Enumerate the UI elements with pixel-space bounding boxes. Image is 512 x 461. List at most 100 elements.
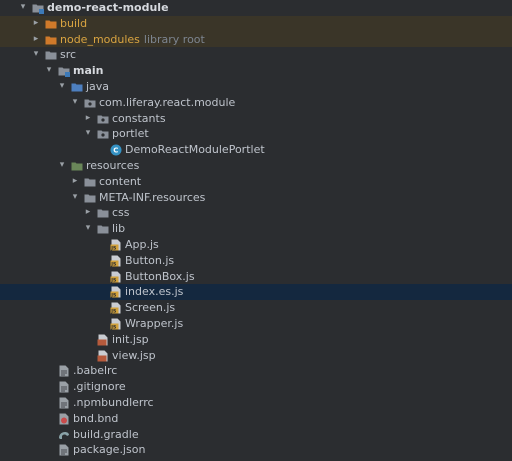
js-file-icon: JS — [110, 318, 122, 330]
chevron-down-icon[interactable]: ▾ — [83, 221, 93, 237]
node-name: .babelrc — [73, 364, 118, 378]
chevron-down-icon[interactable]: ▾ — [57, 79, 67, 95]
tree-node[interactable]: bnd.bnd — [0, 411, 512, 427]
chevron-down-icon[interactable]: ▾ — [83, 126, 93, 142]
tree-node[interactable]: JS index.es.js — [0, 284, 512, 301]
tree-node[interactable]: ▸ node_modules library root — [0, 31, 512, 48]
tree-node-label: view.jsp — [112, 348, 156, 364]
tree-node[interactable]: JS App.js — [0, 237, 512, 253]
tree-node[interactable]: .babelrc — [0, 363, 512, 379]
chevron-right-icon[interactable]: ▸ — [31, 32, 41, 48]
tree-node-label: package.json — [73, 442, 145, 458]
tree-node[interactable]: .npmbundlerrc — [0, 395, 512, 411]
node-name: Wrapper.js — [125, 316, 184, 330]
node-name: constants — [112, 111, 166, 125]
node-name: Button.js — [125, 253, 175, 267]
tree-node[interactable]: view.jsp — [0, 348, 512, 364]
class-icon: C — [110, 144, 122, 156]
node-name: init.jsp — [112, 332, 149, 346]
node-name: Screen.js — [125, 301, 176, 315]
tree-node[interactable]: ▾ resources — [0, 158, 512, 174]
source-folder-icon — [71, 81, 83, 93]
js-file-icon: JS — [110, 239, 122, 251]
node-name: index.es.js — [125, 285, 184, 299]
tree-node[interactable]: ▾ src — [0, 47, 512, 63]
tree-node-label: META-INF.resources — [99, 190, 205, 206]
tree-node-label: init.jsp — [112, 332, 149, 348]
chevron-down-icon[interactable]: ▾ — [57, 158, 67, 174]
node-name: view.jsp — [112, 348, 156, 362]
chevron-down-icon[interactable]: ▾ — [44, 63, 54, 79]
tree-node-label: .babelrc — [73, 363, 117, 379]
tree-node[interactable]: JS Button.js — [0, 253, 512, 269]
node-name: main — [73, 64, 104, 78]
chevron-right-icon[interactable]: ▸ — [83, 205, 93, 221]
folder-icon — [45, 49, 57, 61]
chevron-right-icon[interactable]: ▸ — [83, 111, 93, 127]
tree-node-label: index.es.js — [125, 284, 183, 300]
folder-icon — [84, 192, 96, 204]
node-name: src — [60, 48, 77, 62]
tree-node[interactable]: .gitignore — [0, 379, 512, 395]
tree-node-label: node_modules library root — [60, 32, 205, 48]
tree-node[interactable]: ▸ constants — [0, 111, 512, 127]
tree-node[interactable]: ▾ portlet — [0, 126, 512, 142]
tree-node-label: portlet — [112, 126, 149, 142]
js-file-icon: JS — [110, 302, 122, 315]
tree-node-label: demo-react-module — [47, 0, 169, 16]
tree-node-label: build.gradle — [73, 427, 139, 443]
svg-text:JS: JS — [110, 277, 116, 283]
node-name: com.liferay.react.module — [99, 95, 236, 109]
module-folder-icon — [58, 65, 70, 78]
tree-node-label: constants — [112, 111, 166, 127]
node-name: .npmbundlerrc — [73, 395, 154, 409]
resources-folder-icon — [71, 160, 83, 172]
text-file-icon — [58, 397, 70, 409]
chevron-down-icon[interactable]: ▾ — [18, 0, 28, 16]
tree-node[interactable]: JS ButtonBox.js — [0, 269, 512, 285]
tree-node-label: content — [99, 174, 141, 190]
project-tree: ▾ demo-react-module ▸ build ▸ node_modules lib… — [0, 0, 512, 458]
tree-node[interactable]: ▸ content — [0, 174, 512, 190]
text-file-icon — [58, 365, 70, 377]
chevron-right-icon[interactable]: ▸ — [70, 174, 80, 190]
tree-node-label: App.js — [125, 237, 159, 253]
js-file-icon: JS — [110, 286, 122, 299]
chevron-down-icon[interactable]: ▾ — [70, 190, 80, 206]
tree-node[interactable]: ▾ java — [0, 79, 512, 95]
tree-node[interactable]: ▾ META-INF.resources — [0, 190, 512, 206]
tree-node[interactable]: ▾ demo-react-module — [0, 0, 512, 16]
text-file-icon — [58, 381, 70, 393]
node-name: node_modules — [60, 32, 140, 46]
folder-icon — [97, 223, 109, 235]
tree-node[interactable]: ▾ main — [0, 63, 512, 79]
tree-node-label: css — [112, 205, 130, 221]
node-name: portlet — [112, 127, 149, 141]
tree-node-label: resources — [86, 158, 139, 174]
tree-node[interactable]: package.json — [0, 442, 512, 458]
svg-text:JS: JS — [110, 293, 116, 299]
tree-node[interactable]: init.jsp — [0, 332, 512, 348]
chevron-right-icon[interactable]: ▸ — [31, 16, 41, 32]
tree-node[interactable]: JS Screen.js — [0, 300, 512, 316]
svg-text:C: C — [113, 147, 118, 155]
tree-node[interactable]: JS Wrapper.js — [0, 316, 512, 332]
tree-node-label: java — [86, 79, 109, 95]
node-name: META-INF.resources — [99, 190, 206, 204]
tree-node[interactable]: ▾ com.liferay.react.module — [0, 95, 512, 111]
text-file-icon — [58, 444, 70, 456]
tree-node[interactable]: ▸ build — [0, 15, 512, 32]
tree-node[interactable]: ▾ lib — [0, 221, 512, 237]
node-name: package.json — [73, 443, 146, 457]
node-name: content — [99, 174, 142, 188]
tree-node[interactable]: ▸ css — [0, 205, 512, 221]
chevron-down-icon[interactable]: ▾ — [31, 47, 41, 63]
tree-node-label: Wrapper.js — [125, 316, 183, 332]
tree-node[interactable]: build.gradle — [0, 427, 512, 443]
tree-node[interactable]: C DemoReactModulePortlet — [0, 142, 512, 158]
tree-node-label: .gitignore — [73, 379, 126, 395]
gradle-file-icon — [58, 429, 70, 441]
tree-node-label: ButtonBox.js — [125, 269, 195, 285]
chevron-down-icon[interactable]: ▾ — [70, 95, 80, 111]
node-name: build.gradle — [73, 427, 139, 441]
